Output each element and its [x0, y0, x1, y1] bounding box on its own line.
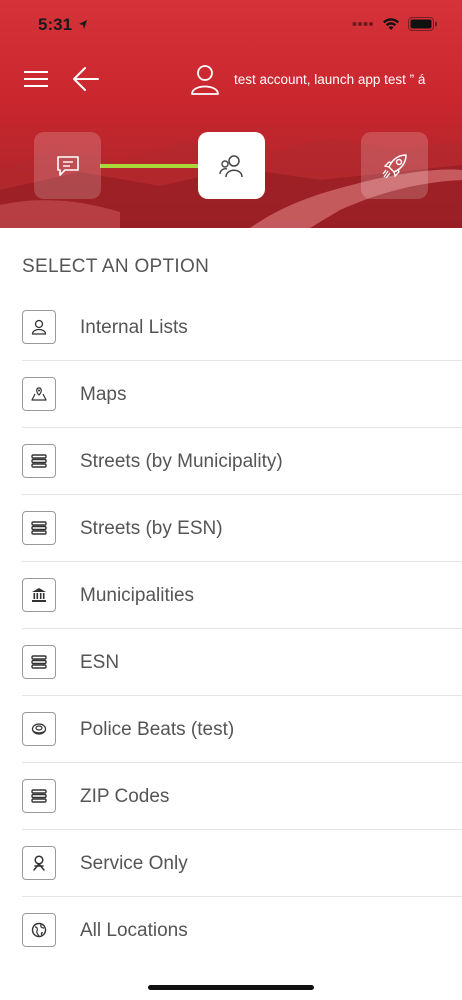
stack-icon: [22, 779, 56, 813]
navigation-bar: test account, launch app test ” á: [0, 58, 462, 102]
stack-icon: [22, 511, 56, 545]
chat-icon: [56, 155, 79, 176]
home-indicator[interactable]: [148, 985, 314, 990]
building-icon: [22, 578, 56, 612]
map-pin-icon: [22, 377, 56, 411]
person-icon: [22, 310, 56, 344]
section-title: SELECT AN OPTION: [22, 256, 210, 277]
status-bar: 5:31: [0, 0, 462, 50]
option-service-only[interactable]: Service Only: [0, 830, 462, 897]
option-label: Streets (by ESN): [80, 518, 223, 539]
option-internal-lists[interactable]: Internal Lists: [0, 294, 462, 361]
hamburger-icon[interactable]: [24, 68, 48, 90]
user-icon[interactable]: [190, 64, 220, 96]
back-arrow-icon[interactable]: [72, 66, 100, 92]
option-label: Streets (by Municipality): [80, 451, 283, 472]
service-icon: [22, 846, 56, 880]
step-rocket[interactable]: [361, 132, 428, 199]
wifi-icon: [383, 18, 399, 30]
app-header: 5:31 test account, launch app test ” á: [0, 0, 462, 228]
step-chat[interactable]: [34, 132, 101, 199]
option-zip-codes[interactable]: ZIP Codes: [0, 763, 462, 830]
progress-stepper: [0, 132, 462, 200]
option-streets-by-municipality[interactable]: Streets (by Municipality): [0, 428, 462, 495]
option-label: All Locations: [80, 920, 188, 941]
option-label: Internal Lists: [80, 317, 188, 338]
option-list: Internal Lists Maps Streets (by Municipa…: [0, 294, 462, 964]
status-time: 5:31: [38, 15, 73, 34]
account-label[interactable]: test account, launch app test ” á: [234, 72, 444, 87]
stepper-progress-line: [100, 164, 200, 168]
signal-dots-icon: [352, 22, 373, 26]
option-label: Municipalities: [80, 585, 195, 606]
globe-icon: [22, 913, 56, 947]
stack-icon: [22, 645, 56, 679]
stack-icon: [22, 444, 56, 478]
option-label: Service Only: [80, 853, 188, 874]
location-arrow-icon: [79, 20, 87, 29]
option-label: ESN: [80, 652, 120, 673]
option-esn[interactable]: ESN: [0, 629, 462, 696]
badge-icon: [22, 712, 56, 746]
option-maps[interactable]: Maps: [0, 361, 462, 428]
option-label: Maps: [80, 384, 127, 405]
step-users[interactable]: [198, 132, 265, 199]
option-police-beats[interactable]: Police Beats (test): [0, 696, 462, 763]
rocket-icon: [382, 153, 407, 178]
option-label: Police Beats (test): [80, 719, 235, 740]
status-icons: [352, 17, 438, 31]
users-icon: [218, 154, 243, 177]
option-municipalities[interactable]: Municipalities: [0, 562, 462, 629]
option-streets-by-esn[interactable]: Streets (by ESN): [0, 495, 462, 562]
option-label: ZIP Codes: [80, 786, 170, 807]
battery-icon: [408, 17, 437, 31]
option-all-locations[interactable]: All Locations: [0, 897, 462, 964]
